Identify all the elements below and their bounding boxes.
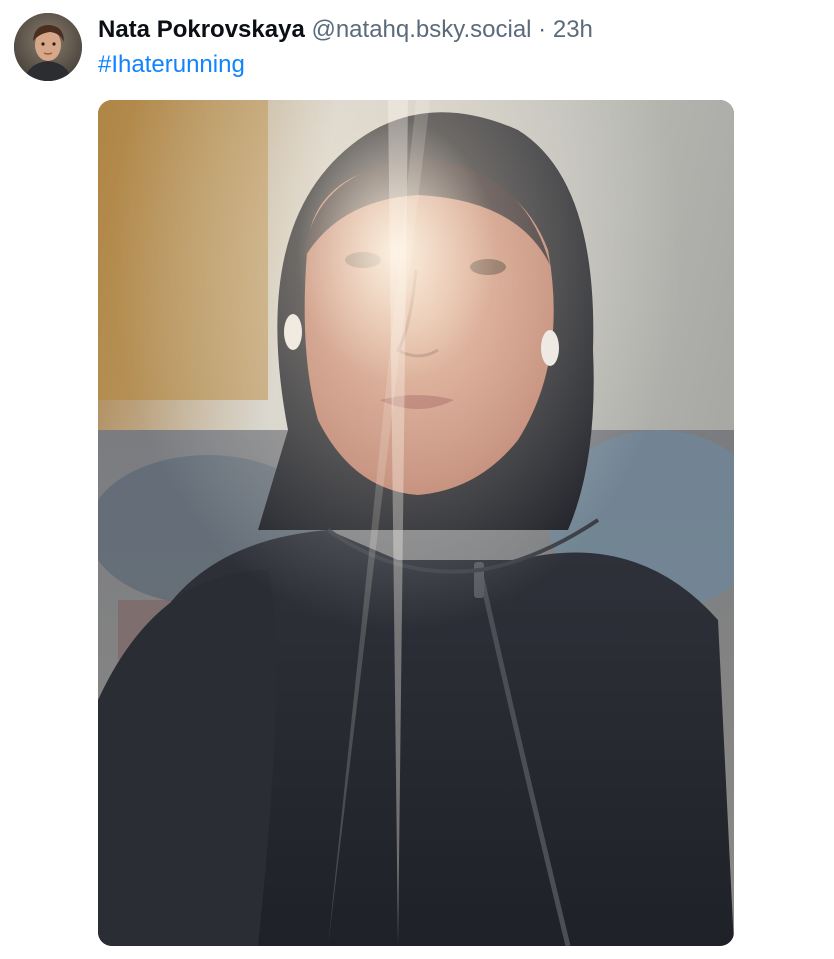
post-header: Nata Pokrovskaya @natahq.bsky.social · 2… [98,14,593,46]
hashtag-link[interactable]: #Ihaterunning [98,51,245,78]
post-card[interactable]: Nata Pokrovskaya @natahq.bsky.social · 2… [0,0,834,959]
meta-separator: · [538,16,547,43]
author-display-name[interactable]: Nata Pokrovskaya [98,16,305,43]
post-timestamp[interactable]: 23h [553,16,593,43]
avatar[interactable] [14,13,82,81]
author-handle[interactable]: @natahq.bsky.social [311,16,531,43]
selfie-photo [98,100,734,946]
post-text: #Ihaterunning [98,49,245,81]
post-image[interactable] [98,100,734,946]
user-avatar-icon [14,13,82,81]
